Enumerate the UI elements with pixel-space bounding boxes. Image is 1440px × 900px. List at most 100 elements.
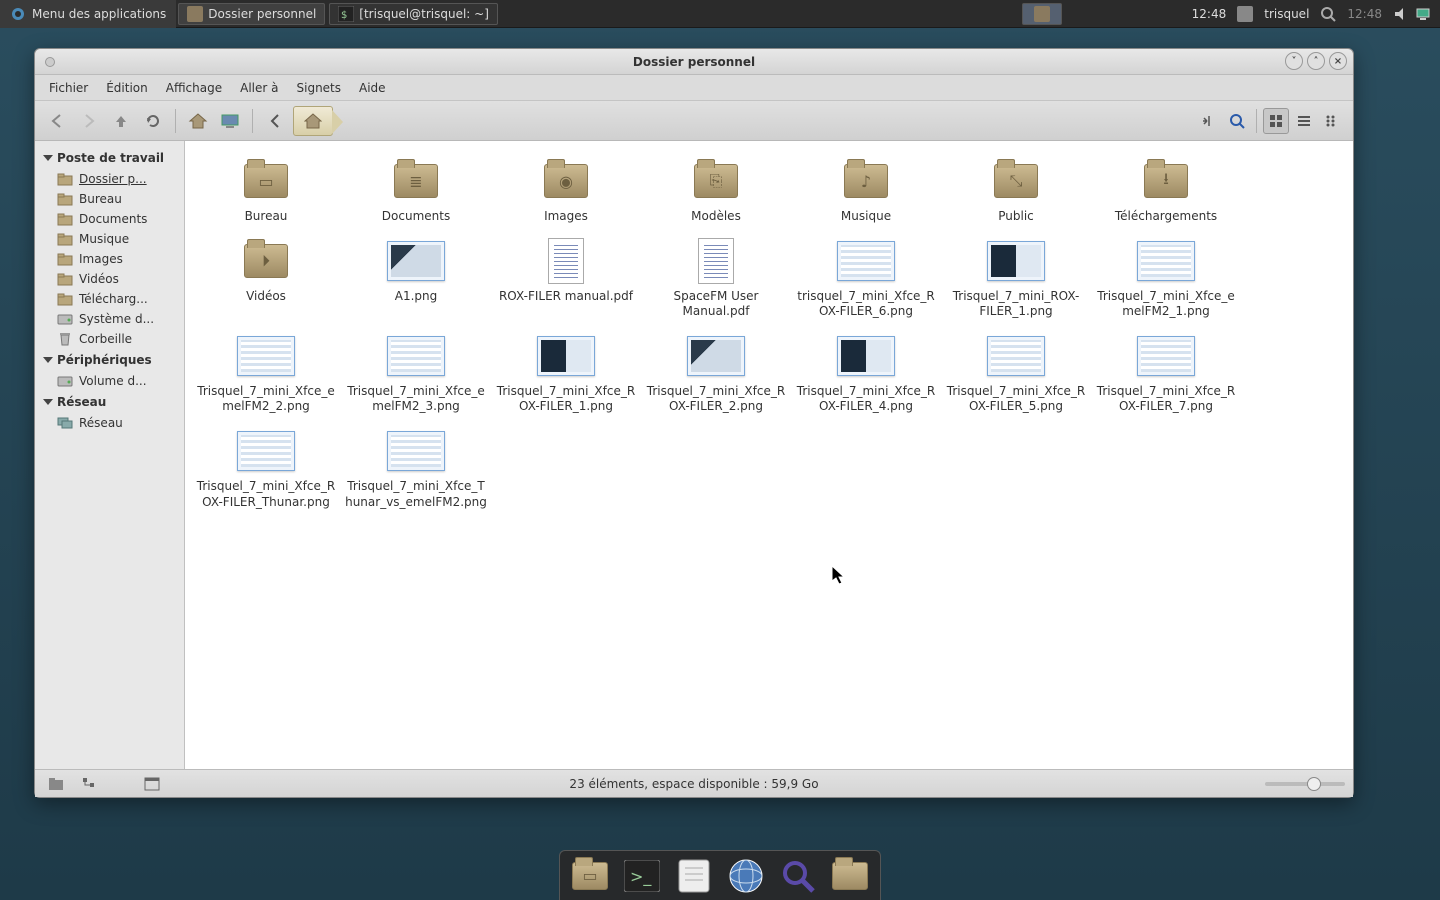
- user-label[interactable]: trisquel: [1256, 7, 1317, 21]
- file-item[interactable]: Trisquel_7_mini_Xfce_ROX-FILER_5.png: [941, 326, 1091, 421]
- search-tray-icon[interactable]: [1320, 6, 1336, 22]
- file-label: SpaceFM User Manual.pdf: [645, 289, 787, 320]
- folder-icon: ≣: [394, 164, 438, 198]
- window-switcher-thumb[interactable]: [1022, 3, 1062, 25]
- search-button[interactable]: [1224, 108, 1250, 134]
- dock-search[interactable]: [778, 856, 818, 896]
- file-item[interactable]: SpaceFM User Manual.pdf: [641, 231, 791, 326]
- dock-notes[interactable]: [674, 856, 714, 896]
- file-item[interactable]: ≣ Documents: [341, 151, 491, 231]
- statusbar-terminal-button[interactable]: [139, 771, 165, 797]
- sidebar-item[interactable]: Réseau: [35, 413, 184, 433]
- breadcrumb-home[interactable]: [293, 106, 333, 136]
- back-button[interactable]: [43, 107, 71, 135]
- volume-icon[interactable]: [1393, 6, 1409, 22]
- file-label: Trisquel_7_mini_Xfce_ROX-FILER_2.png: [645, 384, 787, 415]
- file-item[interactable]: ROX-FILER manual.pdf: [491, 231, 641, 326]
- menu-help[interactable]: Aide: [351, 77, 394, 99]
- sidebar-item[interactable]: Télécharg...: [35, 289, 184, 309]
- file-item[interactable]: Trisquel_7_mini_Xfce_ROX-FILER_2.png: [641, 326, 791, 421]
- minimize-button[interactable]: ˅: [1285, 52, 1303, 70]
- zoom-slider[interactable]: [1265, 782, 1345, 786]
- dock-terminal[interactable]: >_: [622, 856, 662, 896]
- sidebar-item-label: Volume d...: [79, 374, 147, 388]
- up-button[interactable]: [107, 107, 135, 135]
- menu-go[interactable]: Aller à: [232, 77, 286, 99]
- sidebar-section-devices[interactable]: Périphériques: [35, 349, 184, 371]
- folder-icon: [57, 172, 73, 186]
- top-panel: Menu des applications Dossier personnel …: [0, 0, 1440, 28]
- file-item[interactable]: Trisquel_7_mini_Xfce_ROX-FILER_7.png: [1091, 326, 1241, 421]
- statusbar-folder-button[interactable]: [43, 771, 69, 797]
- task-label: [trisquel@trisquel: ~]: [359, 7, 489, 21]
- file-item[interactable]: ♪Musique: [791, 151, 941, 231]
- sidebar-item[interactable]: Vidéos: [35, 269, 184, 289]
- close-button[interactable]: ×: [1329, 52, 1347, 70]
- file-item[interactable]: Trisquel_7_mini_Xfce_emelFM2_3.png: [341, 326, 491, 421]
- file-item[interactable]: Trisquel_7_mini_Xfce_emelFM2_1.png: [1091, 231, 1241, 326]
- file-item[interactable]: A1.png: [341, 231, 491, 326]
- titlebar[interactable]: Dossier personnel ˅ ˄ ×: [35, 49, 1353, 75]
- compact-view-button[interactable]: [1319, 108, 1345, 134]
- sidebar-item[interactable]: Documents: [35, 209, 184, 229]
- file-item[interactable]: trisquel_7_mini_Xfce_ROX-FILER_6.png: [791, 231, 941, 326]
- file-label: Public: [945, 209, 1087, 225]
- computer-button[interactable]: [216, 107, 244, 135]
- taskbar-item-filemanager[interactable]: Dossier personnel: [178, 3, 325, 25]
- open-terminal-button[interactable]: [1196, 108, 1222, 134]
- taskbar-item-terminal[interactable]: $ [trisquel@trisquel: ~]: [329, 3, 498, 25]
- file-label: Documents: [345, 209, 487, 225]
- menu-bookmarks[interactable]: Signets: [289, 77, 350, 99]
- file-item[interactable]: ◉Images: [491, 151, 641, 231]
- sidebar-item[interactable]: Corbeille: [35, 329, 184, 349]
- disk-icon: [57, 374, 73, 388]
- file-item[interactable]: ⤡Public: [941, 151, 1091, 231]
- file-item[interactable]: ⎘Modèles: [641, 151, 791, 231]
- folder-icon: ▭: [244, 164, 288, 198]
- sidebar-item[interactable]: Bureau: [35, 189, 184, 209]
- path-back-icon[interactable]: [261, 107, 289, 135]
- file-item[interactable]: Trisquel_7_mini_Xfce_ROX-FILER_4.png: [791, 326, 941, 421]
- menu-file[interactable]: Fichier: [41, 77, 96, 99]
- image-thumbnail-icon: [387, 431, 445, 471]
- sidebar-section-workstation[interactable]: Poste de travail: [35, 147, 184, 169]
- applications-menu-button[interactable]: Menu des applications: [0, 0, 176, 28]
- icon-view-button[interactable]: [1263, 108, 1289, 134]
- file-item[interactable]: ⭳Téléchargements: [1091, 151, 1241, 231]
- file-item[interactable]: Trisquel_7_mini_Xfce_emelFM2_2.png: [191, 326, 341, 421]
- statusbar-tree-button[interactable]: [77, 771, 103, 797]
- sidebar-item[interactable]: Volume d...: [35, 371, 184, 391]
- dock-filemanager[interactable]: ▭: [570, 856, 610, 896]
- file-item[interactable]: Trisquel_7_mini_ROX-FILER_1.png: [941, 231, 1091, 326]
- menu-edit[interactable]: Édition: [98, 77, 156, 99]
- file-item[interactable]: Trisquel_7_mini_Xfce_Thunar_vs_emelFM2.p…: [341, 421, 491, 516]
- sidebar-item[interactable]: Système d...: [35, 309, 184, 329]
- sidebar-item-label: Télécharg...: [79, 292, 148, 306]
- dock-folder[interactable]: [830, 856, 870, 896]
- forward-button[interactable]: [75, 107, 103, 135]
- menu-view[interactable]: Affichage: [158, 77, 230, 99]
- home-button[interactable]: [184, 107, 212, 135]
- sidebar-item[interactable]: Dossier p...: [35, 169, 184, 189]
- network-tray-icon[interactable]: [1415, 6, 1431, 22]
- notification-icon[interactable]: [1237, 6, 1253, 22]
- clock[interactable]: 12:48: [1184, 7, 1235, 21]
- sidebar-item[interactable]: Musique: [35, 229, 184, 249]
- list-view-button[interactable]: [1291, 108, 1317, 134]
- file-grid[interactable]: ▭Bureau ≣ Documents◉Images⎘Modèles♪Musique…: [185, 141, 1353, 769]
- image-thumbnail-icon: [387, 336, 445, 376]
- maximize-button[interactable]: ˄: [1307, 52, 1325, 70]
- sidebar-section-network[interactable]: Réseau: [35, 391, 184, 413]
- folder-icon: [57, 212, 73, 226]
- image-thumbnail-icon: [987, 336, 1045, 376]
- file-item[interactable]: Trisquel_7_mini_Xfce_ROX-FILER_1.png: [491, 326, 641, 421]
- dock-browser[interactable]: [726, 856, 766, 896]
- window-menu-icon[interactable]: [45, 57, 55, 67]
- reload-button[interactable]: [139, 107, 167, 135]
- file-item[interactable]: ⏵Vidéos: [191, 231, 341, 326]
- file-item[interactable]: Trisquel_7_mini_Xfce_ROX-FILER_Thunar.pn…: [191, 421, 341, 516]
- file-item[interactable]: ▭Bureau: [191, 151, 341, 231]
- sidebar-item[interactable]: Images: [35, 249, 184, 269]
- sidebar-item-label: Bureau: [79, 192, 122, 206]
- file-label: Vidéos: [195, 289, 337, 305]
